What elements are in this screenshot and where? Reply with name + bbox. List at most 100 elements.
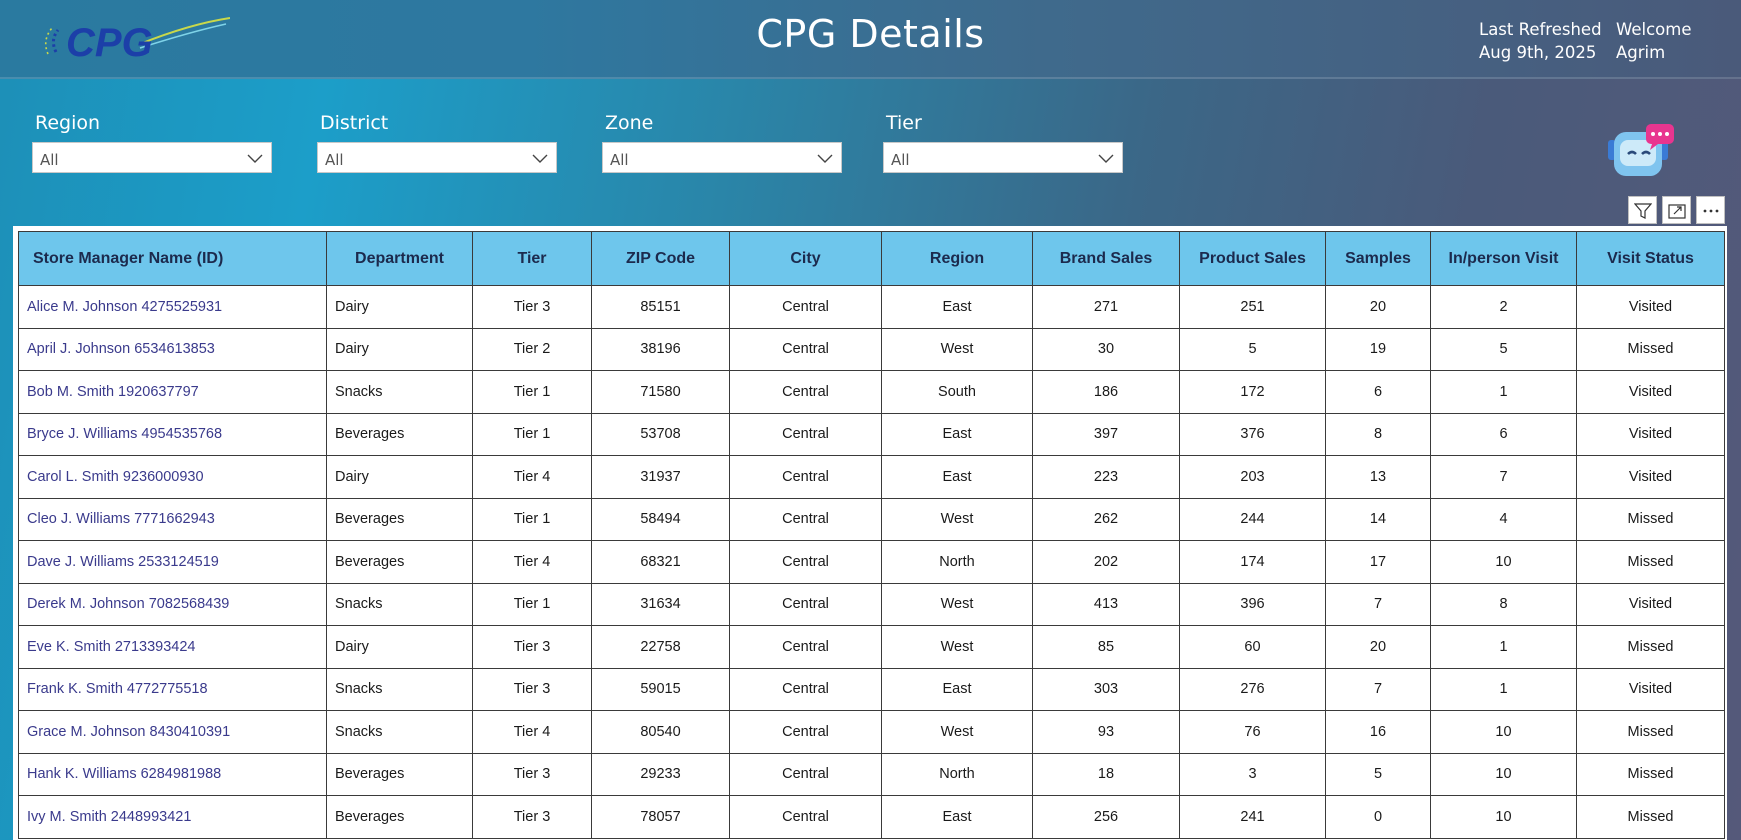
table-row[interactable]: Eve K. Smith 2713393424 Dairy Tier 3 22758 C…	[18, 625, 1725, 669]
region-dropdown[interactable]: All	[32, 142, 272, 173]
table-cell: East	[881, 795, 1033, 839]
table-cell: 10	[1430, 752, 1577, 796]
chatbot-icon[interactable]	[1606, 120, 1676, 184]
store-manager-table-visual: Store Manager Name (ID) Department Tier ZIP…	[13, 226, 1727, 840]
table-cell: 10	[1430, 795, 1577, 839]
table-cell: 303	[1032, 667, 1180, 711]
table-cell: West	[881, 582, 1033, 626]
table-cell: 20	[1325, 625, 1431, 669]
table-cell: Tier 3	[472, 795, 592, 839]
table-cell: Central	[729, 327, 882, 371]
column-header[interactable]: ZIP Code	[591, 231, 730, 286]
table-cell: Tier 3	[472, 625, 592, 669]
table-cell: 18	[1032, 752, 1180, 796]
table-cell: East	[881, 412, 1033, 456]
table-cell: 85151	[591, 285, 730, 329]
region-filter-label: Region	[35, 112, 101, 134]
table-cell: 202	[1032, 540, 1180, 584]
column-header[interactable]: Region	[881, 231, 1033, 286]
table-cell: 6	[1325, 370, 1431, 414]
table-cell: 31937	[591, 455, 730, 499]
table-row[interactable]: Dave J. Williams 2533124519 Beverages Tier…	[18, 540, 1725, 584]
table-cell: 19	[1325, 327, 1431, 371]
chevron-down-icon	[532, 154, 548, 163]
zone-dropdown[interactable]: All	[602, 142, 842, 173]
table-cell: Visited	[1576, 370, 1725, 414]
table-cell: Bryce J. Williams 4954535768	[18, 412, 327, 456]
table-cell: Central	[729, 667, 882, 711]
table-row[interactable]: Grace M. Johnson 8430410391 Snacks Tier 48…	[18, 710, 1725, 754]
more-options-button[interactable]	[1696, 196, 1725, 224]
table-cell: 29233	[591, 752, 730, 796]
table-cell: West	[881, 327, 1033, 371]
table-row[interactable]: Bryce J. Williams 4954535768 Beverages Tie…	[18, 412, 1725, 456]
column-header[interactable]: City	[729, 231, 882, 286]
district-dropdown-value: All	[325, 151, 344, 169]
column-header[interactable]: Visit Status	[1576, 231, 1725, 286]
table-cell: Central	[729, 285, 882, 329]
table-row[interactable]: Frank K. Smith 4772775518 Snacks Tier 3 590…	[18, 667, 1725, 711]
filter-icon	[1634, 203, 1652, 219]
district-dropdown[interactable]: All	[317, 142, 557, 173]
table-cell: 2	[1430, 285, 1577, 329]
table-cell: 1	[1430, 625, 1577, 669]
table-cell: Grace M. Johnson 8430410391	[18, 710, 327, 754]
table-cell: West	[881, 625, 1033, 669]
district-filter-label: District	[320, 112, 389, 134]
column-header[interactable]: Product Sales	[1179, 231, 1326, 286]
table-cell: Missed	[1576, 795, 1725, 839]
table-cell: 186	[1032, 370, 1180, 414]
table-cell: West	[881, 710, 1033, 754]
table-cell: Beverages	[326, 795, 473, 839]
table-cell: 6	[1430, 412, 1577, 456]
table-cell: 16	[1325, 710, 1431, 754]
table-cell: 80540	[591, 710, 730, 754]
column-header[interactable]: Store Manager Name (ID)	[18, 231, 327, 286]
column-header[interactable]: Department	[326, 231, 473, 286]
table-cell: 53708	[591, 412, 730, 456]
table-cell: Alice M. Johnson 4275525931	[18, 285, 327, 329]
table-cell: 10	[1430, 540, 1577, 584]
table-body: Alice M. Johnson 4275525931 Dairy Tier 3 85…	[18, 285, 1725, 839]
table-cell: 71580	[591, 370, 730, 414]
district-filter: District All	[317, 110, 557, 173]
table-row[interactable]: Hank K. Williams 6284981988 Beverages Tier…	[18, 752, 1725, 796]
table-cell: North	[881, 752, 1033, 796]
table-cell: Tier 3	[472, 285, 592, 329]
chevron-down-icon	[247, 154, 263, 163]
header-bar: CPG CPG Details Last Refreshed Aug 9th, …	[0, 0, 1741, 79]
table-cell: Dave J. Williams 2533124519	[18, 540, 327, 584]
table-cell: Dairy	[326, 327, 473, 371]
table-row[interactable]: Derek M. Johnson 7082568439 Snacks Tier 13…	[18, 582, 1725, 626]
focus-mode-button[interactable]	[1662, 196, 1691, 224]
table-cell: 22758	[591, 625, 730, 669]
table-cell: 78057	[591, 795, 730, 839]
filter-button[interactable]	[1628, 196, 1657, 224]
table-cell: 5	[1430, 327, 1577, 371]
column-header[interactable]: Tier	[472, 231, 592, 286]
table-row[interactable]: Ivy M. Smith 2448993421 Beverages Tier 3 78…	[18, 795, 1725, 839]
table-cell: Visited	[1576, 455, 1725, 499]
table-cell: 262	[1032, 497, 1180, 541]
table-cell: 241	[1179, 795, 1326, 839]
table-cell: Snacks	[326, 667, 473, 711]
table-row[interactable]: Alice M. Johnson 4275525931 Dairy Tier 3 85…	[18, 285, 1725, 329]
table-row[interactable]: Bob M. Smith 1920637797 Snacks Tier 1 71580…	[18, 370, 1725, 414]
chevron-down-icon	[817, 154, 833, 163]
table-cell: 8	[1325, 412, 1431, 456]
tier-dropdown[interactable]: All	[883, 142, 1123, 173]
table-cell: Central	[729, 412, 882, 456]
table-cell: Central	[729, 710, 882, 754]
table-cell: Snacks	[326, 710, 473, 754]
column-header[interactable]: Samples	[1325, 231, 1431, 286]
table-cell: 271	[1032, 285, 1180, 329]
column-header[interactable]: Brand Sales	[1032, 231, 1180, 286]
column-header[interactable]: In/person Visit	[1430, 231, 1577, 286]
table-cell: Missed	[1576, 327, 1725, 371]
table-cell: Central	[729, 625, 882, 669]
table-row[interactable]: Cleo J. Williams 7771662943 Beverages Tier…	[18, 497, 1725, 541]
table-row[interactable]: Carol L. Smith 9236000930 Dairy Tier 4 3193…	[18, 455, 1725, 499]
focus-mode-icon	[1668, 204, 1686, 219]
table-cell: Tier 4	[472, 455, 592, 499]
table-row[interactable]: April J. Johnson 6534613853 Dairy Tier 2 38…	[18, 327, 1725, 371]
